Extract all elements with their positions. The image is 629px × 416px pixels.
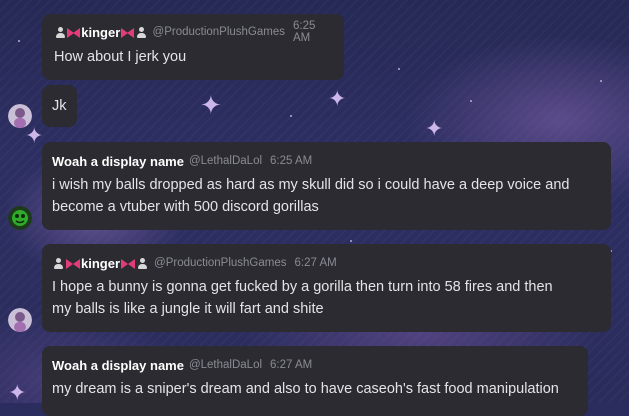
pink-bow-icon [67, 27, 81, 38]
message-bubble[interactable]: Woah a display name @LethalDaLol 6:27 AM… [42, 346, 588, 416]
timestamp: 6:25 AM [293, 20, 316, 44]
pink-bow-icon [66, 258, 80, 269]
person-icon [56, 26, 66, 38]
star-dot [350, 240, 352, 242]
message-text: Jk [52, 98, 67, 114]
person-icon [137, 26, 147, 38]
avatar[interactable] [8, 104, 32, 128]
message-header: Woah a display name @LethalDaLol 6:25 AM [52, 153, 601, 169]
user-handle: @ProductionPlushGames [154, 257, 287, 269]
avatar[interactable] [8, 308, 32, 332]
message-text: my balls is like a jungle it will fart a… [52, 301, 324, 317]
person-icon [138, 257, 148, 269]
timestamp: 6:27 AM [294, 257, 337, 269]
message-bubble[interactable]: kinger @ProductionPlushGames 6:25 AM How… [42, 14, 344, 80]
person-icon [54, 257, 63, 269]
timestamp: 6:25 AM [270, 155, 313, 167]
message-bubble[interactable]: Woah a display name @LethalDaLol 6:25 AM… [42, 142, 611, 230]
avatar[interactable] [8, 206, 32, 230]
user-handle: @LethalDaLol [188, 359, 263, 371]
star-dot [290, 115, 292, 117]
pink-bow-icon [121, 258, 136, 269]
timestamp: 6:27 AM [270, 359, 313, 371]
sparkle-icon: ✦ [328, 86, 347, 111]
user-handle: @ProductionPlushGames [152, 26, 286, 38]
message-text: How about I jerk you [54, 49, 187, 65]
message-text: become a vtuber with 500 discord gorilla… [52, 199, 319, 215]
star-dot [470, 100, 472, 102]
star-dot [600, 80, 602, 82]
message-bubble[interactable]: Jk [42, 85, 77, 127]
message-text: i wish my balls dropped as hard as my sk… [52, 177, 570, 193]
username[interactable]: kinger [81, 256, 120, 271]
sparkle-icon: ✦ [25, 123, 44, 148]
sparkle-icon: ✦ [8, 380, 27, 405]
message-header: Woah a display name @LethalDaLol 6:27 AM [52, 357, 578, 373]
sparkle-icon: ✦ [425, 116, 444, 141]
message-text: my dream is a sniper's dream and also to… [52, 381, 559, 397]
username[interactable]: Woah a display name [52, 154, 184, 169]
message-bubble[interactable]: kinger @ProductionPlushGames 6:27 AM I h… [42, 244, 611, 332]
username[interactable]: Woah a display name [52, 358, 184, 373]
star-dot [18, 40, 20, 42]
message-header: kinger @ProductionPlushGames 6:25 AM [54, 20, 332, 44]
message-header: kinger @ProductionPlushGames 6:27 AM [52, 255, 601, 271]
pink-bow-icon [121, 27, 135, 38]
user-handle: @LethalDaLol [188, 155, 263, 167]
sparkle-icon: ✦ [200, 90, 222, 120]
message-text: I hope a bunny is gonna get fucked by a … [52, 279, 553, 295]
star-dot [398, 68, 400, 70]
username[interactable]: kinger [81, 25, 120, 40]
